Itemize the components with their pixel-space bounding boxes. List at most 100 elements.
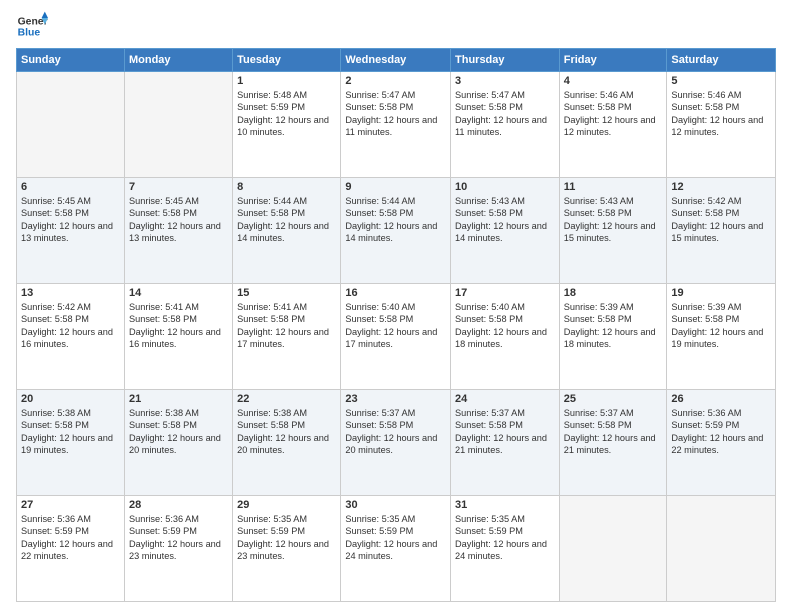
logo: General Blue	[16, 10, 48, 42]
day-info: Sunrise: 5:39 AM Sunset: 5:58 PM Dayligh…	[671, 301, 771, 351]
day-number: 19	[671, 287, 771, 299]
day-number: 8	[237, 181, 336, 193]
day-info: Sunrise: 5:46 AM Sunset: 5:58 PM Dayligh…	[564, 89, 663, 139]
day-number: 21	[129, 393, 228, 405]
day-info: Sunrise: 5:43 AM Sunset: 5:58 PM Dayligh…	[564, 195, 663, 245]
day-number: 1	[237, 75, 336, 87]
day-info: Sunrise: 5:40 AM Sunset: 5:58 PM Dayligh…	[345, 301, 446, 351]
day-info: Sunrise: 5:36 AM Sunset: 5:59 PM Dayligh…	[671, 407, 771, 457]
day-number: 18	[564, 287, 663, 299]
calendar-cell: 18 Sunrise: 5:39 AM Sunset: 5:58 PM Dayli…	[559, 284, 667, 390]
calendar-cell: 31 Sunrise: 5:35 AM Sunset: 5:59 PM Dayli…	[451, 496, 560, 602]
calendar-header-monday: Monday	[124, 49, 232, 72]
calendar-cell: 27 Sunrise: 5:36 AM Sunset: 5:59 PM Dayli…	[17, 496, 125, 602]
day-info: Sunrise: 5:39 AM Sunset: 5:58 PM Dayligh…	[564, 301, 663, 351]
calendar-cell	[559, 496, 667, 602]
day-info: Sunrise: 5:37 AM Sunset: 5:58 PM Dayligh…	[455, 407, 555, 457]
day-info: Sunrise: 5:35 AM Sunset: 5:59 PM Dayligh…	[237, 513, 336, 563]
day-info: Sunrise: 5:38 AM Sunset: 5:58 PM Dayligh…	[129, 407, 228, 457]
calendar-header-wednesday: Wednesday	[341, 49, 451, 72]
calendar-table: SundayMondayTuesdayWednesdayThursdayFrid…	[16, 48, 776, 602]
calendar-cell: 3 Sunrise: 5:47 AM Sunset: 5:58 PM Daylig…	[451, 72, 560, 178]
calendar-cell: 24 Sunrise: 5:37 AM Sunset: 5:58 PM Dayli…	[451, 390, 560, 496]
svg-text:Blue: Blue	[18, 28, 41, 39]
day-info: Sunrise: 5:45 AM Sunset: 5:58 PM Dayligh…	[129, 195, 228, 245]
calendar-header-saturday: Saturday	[667, 49, 776, 72]
calendar-header-tuesday: Tuesday	[233, 49, 341, 72]
day-number: 11	[564, 181, 663, 193]
calendar-cell: 16 Sunrise: 5:40 AM Sunset: 5:58 PM Dayli…	[341, 284, 451, 390]
day-number: 24	[455, 393, 555, 405]
day-info: Sunrise: 5:41 AM Sunset: 5:58 PM Dayligh…	[129, 301, 228, 351]
day-info: Sunrise: 5:44 AM Sunset: 5:58 PM Dayligh…	[237, 195, 336, 245]
day-info: Sunrise: 5:35 AM Sunset: 5:59 PM Dayligh…	[455, 513, 555, 563]
day-info: Sunrise: 5:43 AM Sunset: 5:58 PM Dayligh…	[455, 195, 555, 245]
day-info: Sunrise: 5:44 AM Sunset: 5:58 PM Dayligh…	[345, 195, 446, 245]
calendar-cell: 30 Sunrise: 5:35 AM Sunset: 5:59 PM Dayli…	[341, 496, 451, 602]
day-number: 3	[455, 75, 555, 87]
day-info: Sunrise: 5:48 AM Sunset: 5:59 PM Dayligh…	[237, 89, 336, 139]
calendar-week-2: 6 Sunrise: 5:45 AM Sunset: 5:58 PM Daylig…	[17, 178, 776, 284]
day-info: Sunrise: 5:38 AM Sunset: 5:58 PM Dayligh…	[21, 407, 120, 457]
day-info: Sunrise: 5:37 AM Sunset: 5:58 PM Dayligh…	[345, 407, 446, 457]
calendar-cell: 20 Sunrise: 5:38 AM Sunset: 5:58 PM Dayli…	[17, 390, 125, 496]
day-number: 20	[21, 393, 120, 405]
calendar-cell: 25 Sunrise: 5:37 AM Sunset: 5:58 PM Dayli…	[559, 390, 667, 496]
day-number: 27	[21, 499, 120, 511]
calendar-cell	[17, 72, 125, 178]
logo-icon: General Blue	[16, 10, 48, 42]
day-number: 15	[237, 287, 336, 299]
day-number: 22	[237, 393, 336, 405]
calendar-cell: 6Sunrise: 5:45 AM Sunset: 5:58 PM Daylig…	[17, 178, 125, 284]
calendar-cell: 1 Sunrise: 5:48 AM Sunset: 5:59 PM Daylig…	[233, 72, 341, 178]
calendar-cell: 12Sunrise: 5:42 AM Sunset: 5:58 PM Dayli…	[667, 178, 776, 284]
calendar-cell: 5 Sunrise: 5:46 AM Sunset: 5:58 PM Daylig…	[667, 72, 776, 178]
header: General Blue	[16, 10, 776, 42]
day-number: 26	[671, 393, 771, 405]
calendar-cell: 26 Sunrise: 5:36 AM Sunset: 5:59 PM Dayli…	[667, 390, 776, 496]
calendar-cell: 9 Sunrise: 5:44 AM Sunset: 5:58 PM Daylig…	[341, 178, 451, 284]
day-number: 17	[455, 287, 555, 299]
calendar-cell: 14Sunrise: 5:41 AM Sunset: 5:58 PM Dayli…	[124, 284, 232, 390]
day-number: 4	[564, 75, 663, 87]
calendar-cell: 11 Sunrise: 5:43 AM Sunset: 5:58 PM Dayli…	[559, 178, 667, 284]
day-number: 7	[129, 181, 228, 193]
page: General Blue SundayMondayTuesdayWednesda…	[0, 0, 792, 612]
day-info: Sunrise: 5:47 AM Sunset: 5:58 PM Dayligh…	[455, 89, 555, 139]
day-info: Sunrise: 5:36 AM Sunset: 5:59 PM Dayligh…	[129, 513, 228, 563]
calendar-header-row: SundayMondayTuesdayWednesdayThursdayFrid…	[17, 49, 776, 72]
calendar-cell: 15Sunrise: 5:41 AM Sunset: 5:58 PM Dayli…	[233, 284, 341, 390]
calendar-cell: 4 Sunrise: 5:46 AM Sunset: 5:58 PM Daylig…	[559, 72, 667, 178]
calendar-week-3: 13Sunrise: 5:42 AM Sunset: 5:58 PM Dayli…	[17, 284, 776, 390]
day-number: 16	[345, 287, 446, 299]
calendar-header-sunday: Sunday	[17, 49, 125, 72]
calendar-cell	[124, 72, 232, 178]
day-info: Sunrise: 5:37 AM Sunset: 5:58 PM Dayligh…	[564, 407, 663, 457]
day-number: 12	[671, 181, 771, 193]
day-number: 31	[455, 499, 555, 511]
calendar-cell: 8 Sunrise: 5:44 AM Sunset: 5:58 PM Daylig…	[233, 178, 341, 284]
day-number: 29	[237, 499, 336, 511]
calendar-week-5: 27 Sunrise: 5:36 AM Sunset: 5:59 PM Dayli…	[17, 496, 776, 602]
day-info: Sunrise: 5:46 AM Sunset: 5:58 PM Dayligh…	[671, 89, 771, 139]
calendar-week-4: 20 Sunrise: 5:38 AM Sunset: 5:58 PM Dayli…	[17, 390, 776, 496]
day-number: 6	[21, 181, 120, 193]
calendar-header-friday: Friday	[559, 49, 667, 72]
day-number: 25	[564, 393, 663, 405]
day-info: Sunrise: 5:42 AM Sunset: 5:58 PM Dayligh…	[21, 301, 120, 351]
day-number: 10	[455, 181, 555, 193]
calendar-cell: 22Sunrise: 5:38 AM Sunset: 5:58 PM Dayli…	[233, 390, 341, 496]
calendar-week-1: 1 Sunrise: 5:48 AM Sunset: 5:59 PM Daylig…	[17, 72, 776, 178]
calendar-cell: 13Sunrise: 5:42 AM Sunset: 5:58 PM Dayli…	[17, 284, 125, 390]
calendar-cell: 10 Sunrise: 5:43 AM Sunset: 5:58 PM Dayli…	[451, 178, 560, 284]
calendar-cell: 2Sunrise: 5:47 AM Sunset: 5:58 PM Daylig…	[341, 72, 451, 178]
day-info: Sunrise: 5:35 AM Sunset: 5:59 PM Dayligh…	[345, 513, 446, 563]
day-number: 9	[345, 181, 446, 193]
calendar-cell: 28Sunrise: 5:36 AM Sunset: 5:59 PM Dayli…	[124, 496, 232, 602]
calendar-cell: 21 Sunrise: 5:38 AM Sunset: 5:58 PM Dayli…	[124, 390, 232, 496]
calendar-cell	[667, 496, 776, 602]
day-number: 30	[345, 499, 446, 511]
day-info: Sunrise: 5:36 AM Sunset: 5:59 PM Dayligh…	[21, 513, 120, 563]
day-number: 5	[671, 75, 771, 87]
calendar-cell: 7 Sunrise: 5:45 AM Sunset: 5:58 PM Daylig…	[124, 178, 232, 284]
